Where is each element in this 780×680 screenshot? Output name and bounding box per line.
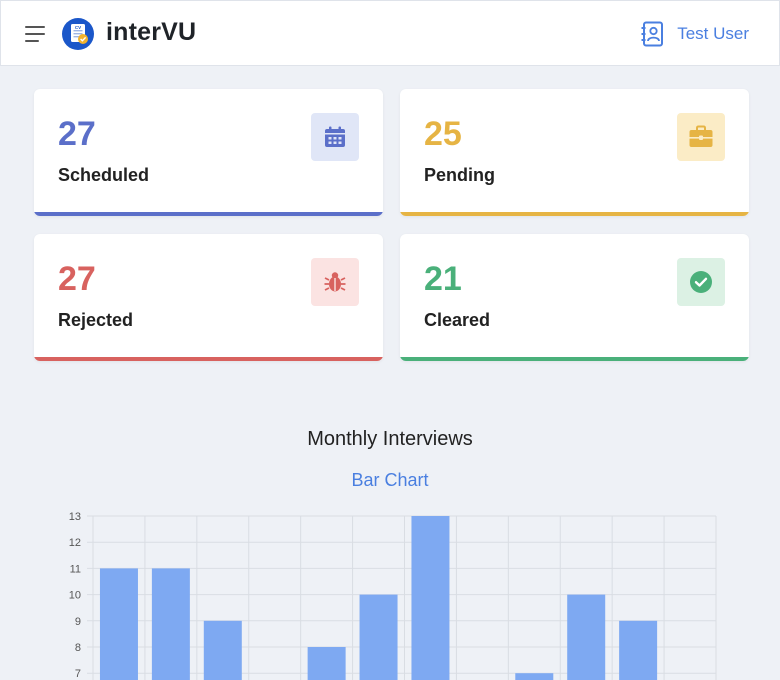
card-count: 25	[424, 115, 462, 153]
card-label: Scheduled	[58, 165, 150, 185]
chart-bar	[151, 568, 190, 680]
card-pending[interactable]: 25 Pending	[400, 89, 749, 216]
check-circle-icon	[690, 271, 712, 293]
y-tick-label: 9	[75, 616, 81, 628]
briefcase-icon	[689, 125, 713, 147]
chart-bar	[567, 594, 606, 680]
chart-bar	[515, 673, 554, 680]
chart-bar	[359, 594, 398, 680]
card-accent-bar	[400, 357, 749, 361]
chart-bar	[307, 647, 346, 680]
chart-subtitle: Bar Chart	[351, 470, 429, 490]
y-tick-label: 7	[75, 668, 81, 680]
card-accent-bar	[400, 212, 749, 216]
bug-icon	[324, 272, 346, 292]
chart-bar	[411, 516, 450, 680]
top-header: CV interVU Test User	[0, 0, 780, 66]
y-tick-label: 12	[69, 537, 81, 549]
y-tick-label: 8	[75, 642, 81, 654]
card-rejected[interactable]: 27 Rejected	[34, 234, 383, 361]
user-name: Test User	[677, 24, 749, 43]
card-accent-bar	[34, 357, 383, 361]
hamburger-menu-icon[interactable]	[25, 26, 45, 42]
contact-book-icon	[641, 21, 664, 47]
card-label: Rejected	[58, 310, 134, 330]
y-tick-label: 10	[69, 590, 81, 602]
chart-title: Monthly Interviews	[307, 428, 473, 450]
user-menu[interactable]: Test User	[641, 21, 749, 47]
card-count: 27	[58, 260, 96, 298]
card-scheduled[interactable]: 27 Scheduled	[34, 89, 383, 216]
logo-icon: CV	[62, 18, 94, 50]
logo-badge: CV	[75, 25, 81, 30]
card-count: 21	[424, 260, 462, 298]
card-label: Pending	[424, 165, 495, 185]
y-tick-label: 11	[70, 563, 81, 575]
card-label: Cleared	[424, 310, 491, 330]
calendar-icon	[325, 126, 345, 147]
card-cleared[interactable]: 21 Cleared	[400, 234, 749, 361]
chart-bar	[99, 568, 138, 680]
card-count: 27	[58, 115, 96, 153]
brand-name[interactable]: interVU	[106, 18, 196, 47]
chart-bar	[619, 620, 658, 680]
chart-bar	[203, 620, 242, 680]
monthly-interviews-bar-chart: 7 8 9 10 11 12 13	[69, 511, 717, 680]
y-tick-label: 13	[69, 511, 81, 523]
card-accent-bar	[34, 212, 383, 216]
